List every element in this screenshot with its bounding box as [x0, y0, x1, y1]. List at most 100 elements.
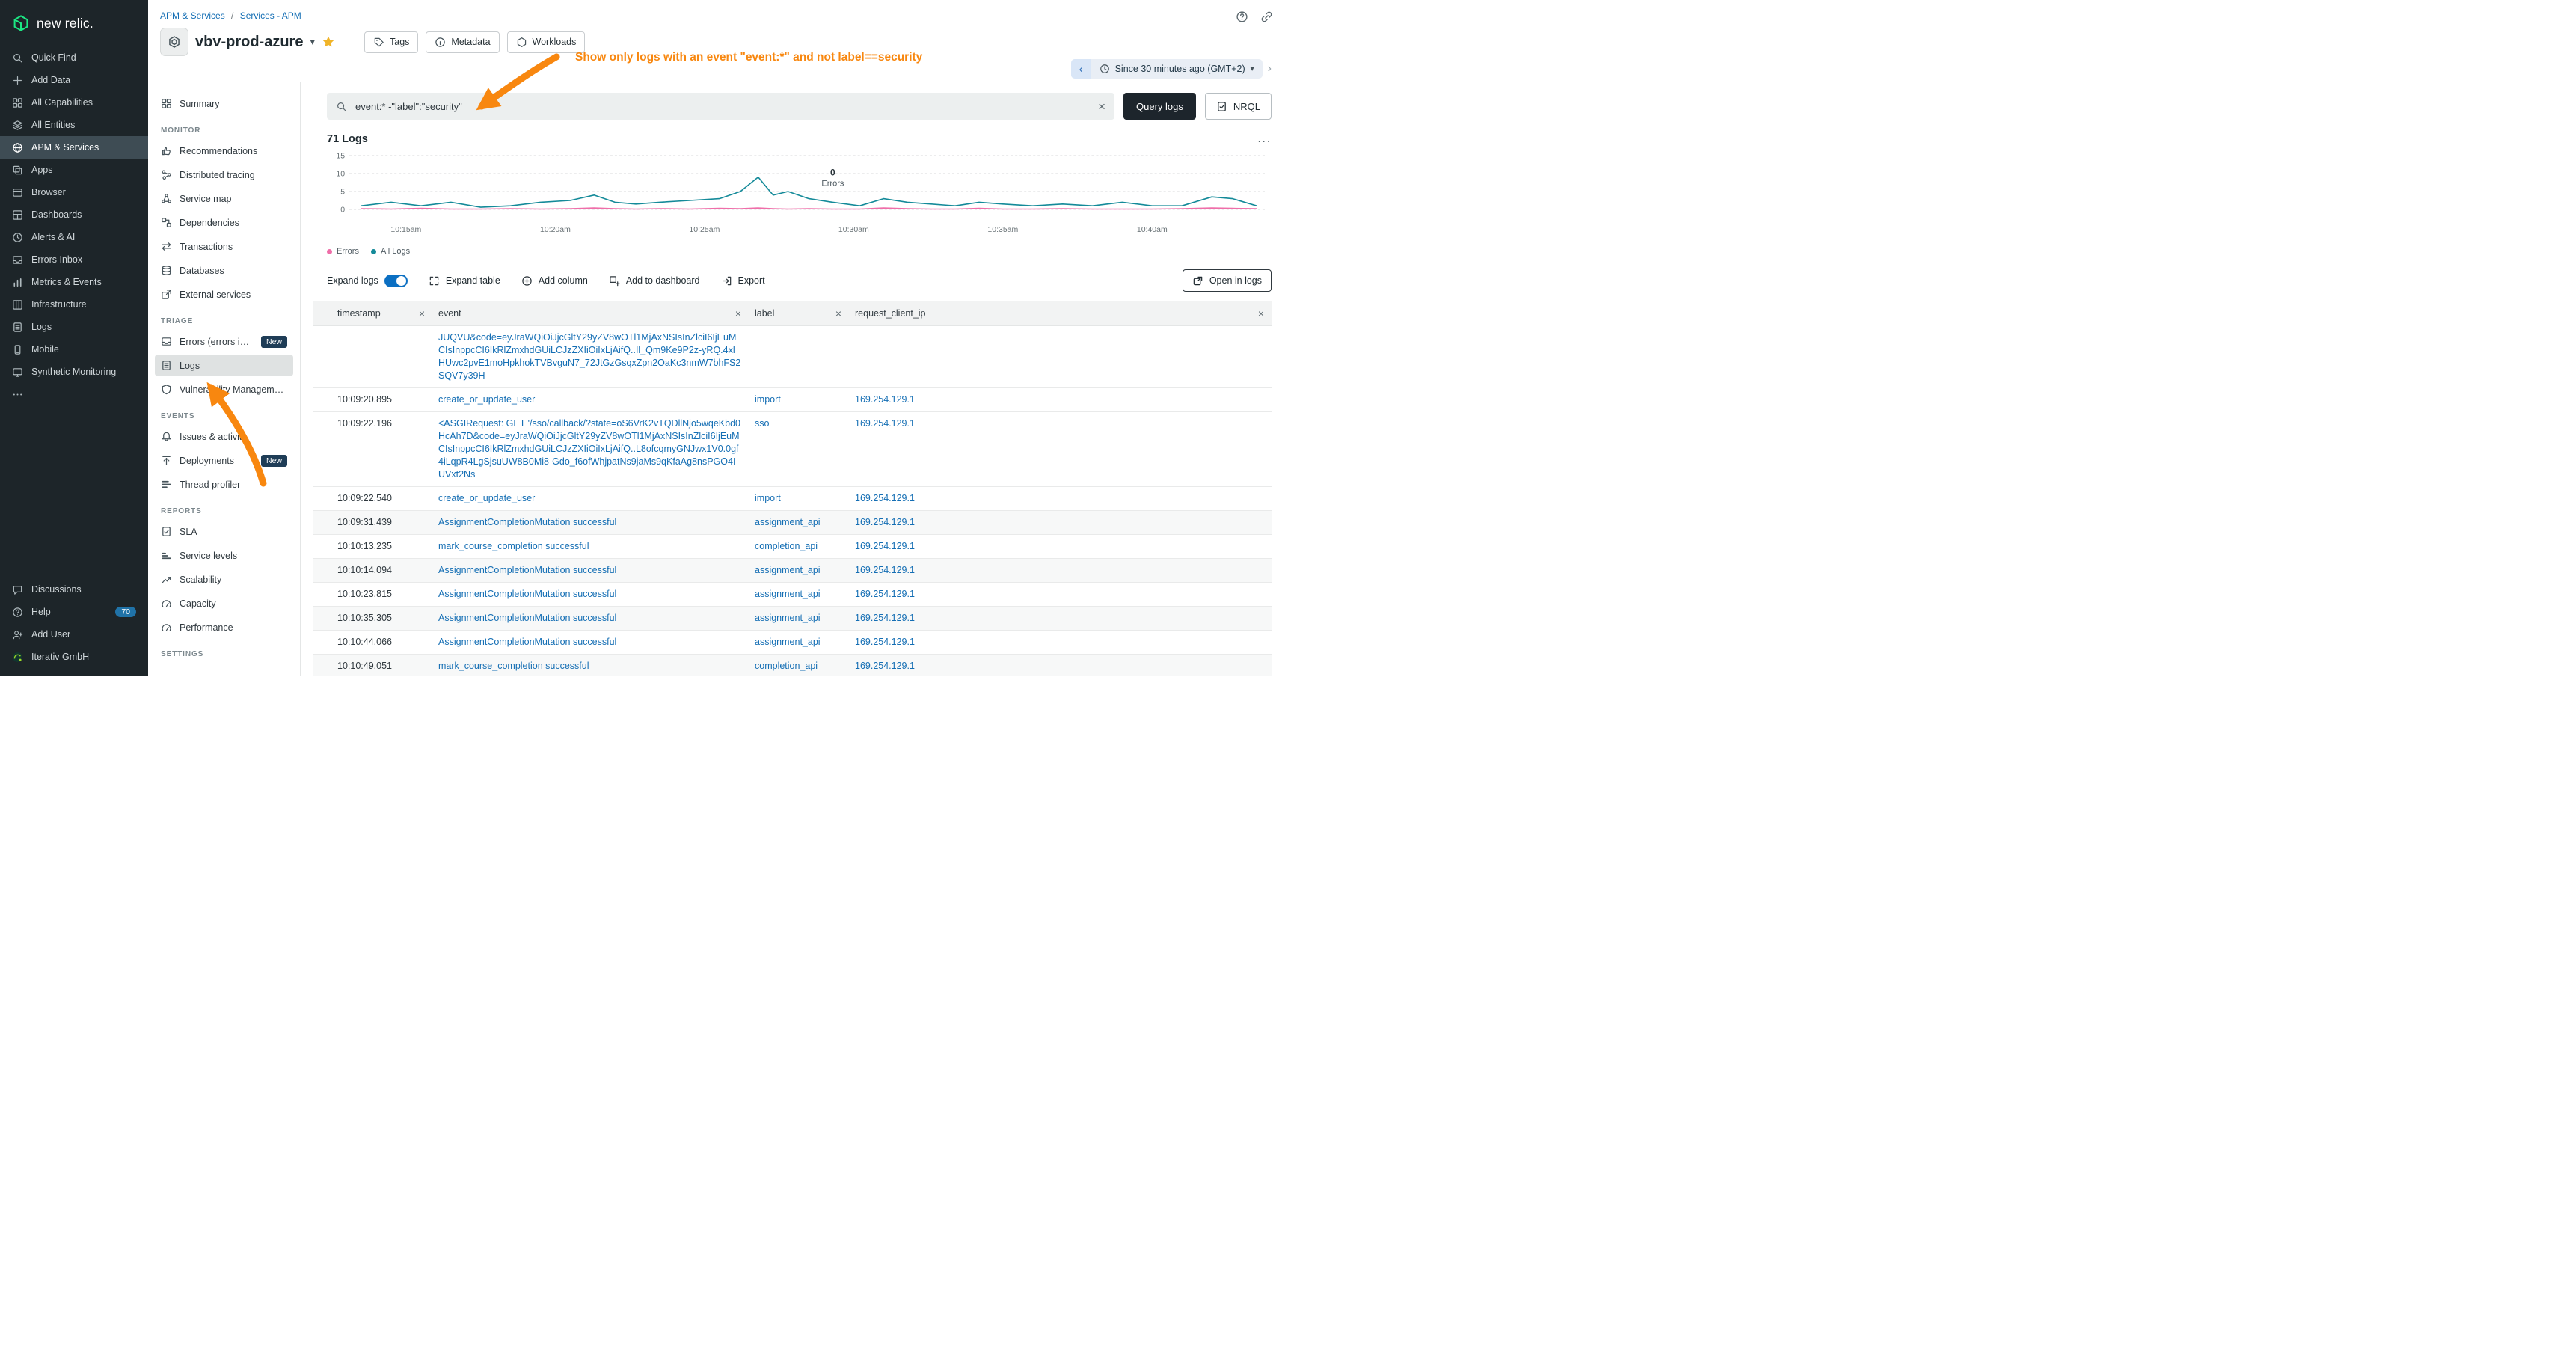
open-in-logs-button[interactable]: Open in logs	[1183, 269, 1272, 292]
label-link[interactable]: assignment_api	[755, 565, 821, 575]
label-link[interactable]: import	[755, 394, 781, 405]
event-link[interactable]: mark_course_completion successful	[438, 541, 589, 551]
event-link[interactable]: AssignmentCompletionMutation successful	[438, 565, 616, 575]
subnav-item-capacity[interactable]: Capacity	[155, 592, 293, 614]
table-row[interactable]: 10:10:13.235mark_course_completion succe…	[313, 535, 1272, 559]
logs-more-menu-icon[interactable]: ...	[1257, 132, 1272, 145]
remove-column-timestamp-icon[interactable]: ×	[419, 307, 425, 319]
table-row[interactable]: 10:09:31.439AssignmentCompletionMutation…	[313, 511, 1272, 535]
event-link[interactable]: mark_course_completion successful	[438, 661, 589, 671]
subnav-item-databases[interactable]: Databases	[155, 260, 293, 281]
breadcrumb-apm-services[interactable]: APM & Services	[160, 10, 225, 21]
subnav-item-distributed-tracing[interactable]: Distributed tracing	[155, 164, 293, 186]
event-link[interactable]: AssignmentCompletionMutation successful	[438, 517, 616, 527]
table-row[interactable]: 10:10:49.051mark_course_completion succe…	[313, 655, 1272, 676]
table-row[interactable]: 10:10:14.094AssignmentCompletionMutation…	[313, 559, 1272, 583]
subnav-item-deployments[interactable]: DeploymentsNew	[155, 450, 293, 471]
export-button[interactable]: Export	[721, 275, 765, 287]
time-back-button[interactable]: ‹	[1071, 59, 1091, 79]
table-row[interactable]: JUQVU&code=eyJraWQiOiJjcGltY29yZV8wOTl1M…	[313, 326, 1272, 388]
sidebar-item-apps[interactable]: Apps	[0, 159, 148, 181]
ip-link[interactable]: 169.254.129.1	[855, 541, 915, 551]
subnav-item-transactions[interactable]: Transactions	[155, 236, 293, 257]
add-to-dashboard-button[interactable]: Add to dashboard	[609, 275, 700, 287]
ip-link[interactable]: 169.254.129.1	[855, 493, 915, 503]
event-link[interactable]: create_or_update_user	[438, 394, 535, 405]
sidebar-item-iterativ-gmbh[interactable]: Iterativ GmbH	[0, 646, 148, 668]
time-forward-button[interactable]: ›	[1268, 62, 1272, 76]
label-link[interactable]: assignment_api	[755, 637, 821, 647]
add-column-button[interactable]: Add column	[521, 275, 588, 287]
label-link[interactable]: assignment_api	[755, 613, 821, 623]
event-link[interactable]: AssignmentCompletionMutation successful	[438, 613, 616, 623]
label-link[interactable]: sso	[755, 418, 769, 429]
ip-link[interactable]: 169.254.129.1	[855, 589, 915, 599]
sidebar-item-help[interactable]: Help70	[0, 601, 148, 623]
legend-all-logs[interactable]: All Logs	[371, 247, 410, 256]
ip-link[interactable]: 169.254.129.1	[855, 613, 915, 623]
event-link[interactable]: create_or_update_user	[438, 493, 535, 503]
table-row[interactable]: 10:10:35.305AssignmentCompletionMutation…	[313, 607, 1272, 631]
event-link[interactable]: <ASGIRequest: GET '/sso/callback/?state=…	[438, 418, 740, 480]
sidebar-item-dashboards[interactable]: Dashboards	[0, 203, 148, 226]
help-circle-icon[interactable]	[1236, 10, 1248, 23]
subnav-item-thread-profiler[interactable]: Thread profiler	[155, 474, 293, 495]
subnav-item-logs[interactable]: Logs	[155, 355, 293, 376]
sidebar-item-discussions[interactable]: Discussions	[0, 578, 148, 601]
expand-logs-toggle[interactable]	[384, 275, 408, 287]
sidebar-item-add-user[interactable]: Add User	[0, 623, 148, 646]
ip-link[interactable]: 169.254.129.1	[855, 565, 915, 575]
permalink-icon[interactable]	[1260, 10, 1273, 23]
label-link[interactable]: completion_api	[755, 541, 818, 551]
subnav-item-vulnerability-management[interactable]: Vulnerability Management	[155, 379, 293, 400]
subnav-item-summary[interactable]: Summary	[155, 93, 293, 114]
sidebar-item-browser[interactable]: Browser	[0, 181, 148, 203]
event-link[interactable]: AssignmentCompletionMutation successful	[438, 637, 616, 647]
table-row[interactable]: 10:09:22.196<ASGIRequest: GET '/sso/call…	[313, 412, 1272, 487]
expand-table-button[interactable]: Expand table	[429, 275, 500, 287]
remove-column-event-icon[interactable]: ×	[735, 307, 741, 319]
sidebar-item-metrics-events[interactable]: Metrics & Events	[0, 271, 148, 293]
table-row[interactable]: 10:09:20.895create_or_update_userimport1…	[313, 388, 1272, 412]
ip-link[interactable]: 169.254.129.1	[855, 517, 915, 527]
workloads-button[interactable]: Workloads	[507, 31, 586, 53]
sidebar-item-alerts-ai[interactable]: Alerts & AI	[0, 226, 148, 248]
metadata-button[interactable]: Metadata	[426, 31, 499, 53]
favorite-star-icon[interactable]	[322, 35, 335, 49]
subnav-item-errors-errors-inb[interactable]: Errors (errors inb...New	[155, 331, 293, 352]
ip-link[interactable]: 169.254.129.1	[855, 661, 915, 671]
entity-dropdown-caret-icon[interactable]: ▾	[310, 36, 315, 48]
ip-link[interactable]: 169.254.129.1	[855, 394, 915, 405]
sidebar-item-more[interactable]	[0, 383, 148, 405]
sidebar-item-mobile[interactable]: Mobile	[0, 338, 148, 361]
subnav-item-performance[interactable]: Performance	[155, 616, 293, 638]
subnav-item-dependencies[interactable]: Dependencies	[155, 212, 293, 233]
ip-link[interactable]: 169.254.129.1	[855, 637, 915, 647]
event-link[interactable]: AssignmentCompletionMutation successful	[438, 589, 616, 599]
query-logs-button[interactable]: Query logs	[1123, 93, 1196, 120]
nrql-button[interactable]: NRQL	[1205, 93, 1272, 120]
sidebar-item-synthetic-monitoring[interactable]: Synthetic Monitoring	[0, 361, 148, 383]
table-row[interactable]: 10:10:23.815AssignmentCompletionMutation…	[313, 583, 1272, 607]
ip-link[interactable]: 169.254.129.1	[855, 418, 915, 429]
subnav-item-sla[interactable]: SLA	[155, 521, 293, 542]
remove-column-request_client_ip-icon[interactable]: ×	[1258, 307, 1264, 319]
subnav-item-service-levels[interactable]: Service levels	[155, 545, 293, 566]
sidebar-item-infrastructure[interactable]: Infrastructure	[0, 293, 148, 316]
table-row[interactable]: 10:10:44.066AssignmentCompletionMutation…	[313, 631, 1272, 655]
new-relic-logo[interactable]: new relic.	[0, 0, 148, 46]
table-row[interactable]: 10:09:22.540create_or_update_userimport1…	[313, 487, 1272, 511]
sidebar-item-quick-find[interactable]: Quick Find	[0, 46, 148, 69]
tags-button[interactable]: Tags	[364, 31, 418, 53]
legend-errors[interactable]: Errors	[327, 247, 359, 256]
sidebar-item-errors-inbox[interactable]: Errors Inbox	[0, 248, 148, 271]
sidebar-item-apm-services[interactable]: APM & Services	[0, 136, 148, 159]
sidebar-item-all-capabilities[interactable]: All Capabilities	[0, 91, 148, 114]
clear-query-icon[interactable]: ×	[1098, 100, 1105, 113]
subnav-item-issues-activity[interactable]: Issues & activity	[155, 426, 293, 447]
subnav-item-scalability[interactable]: Scalability	[155, 569, 293, 590]
sidebar-item-add-data[interactable]: Add Data	[0, 69, 148, 91]
event-link[interactable]: JUQVU&code=eyJraWQiOiJjcGltY29yZV8wOTl1M…	[438, 332, 740, 381]
time-range-button[interactable]: Since 30 minutes ago (GMT+2) ▾	[1091, 59, 1263, 79]
subnav-item-external-services[interactable]: External services	[155, 284, 293, 305]
